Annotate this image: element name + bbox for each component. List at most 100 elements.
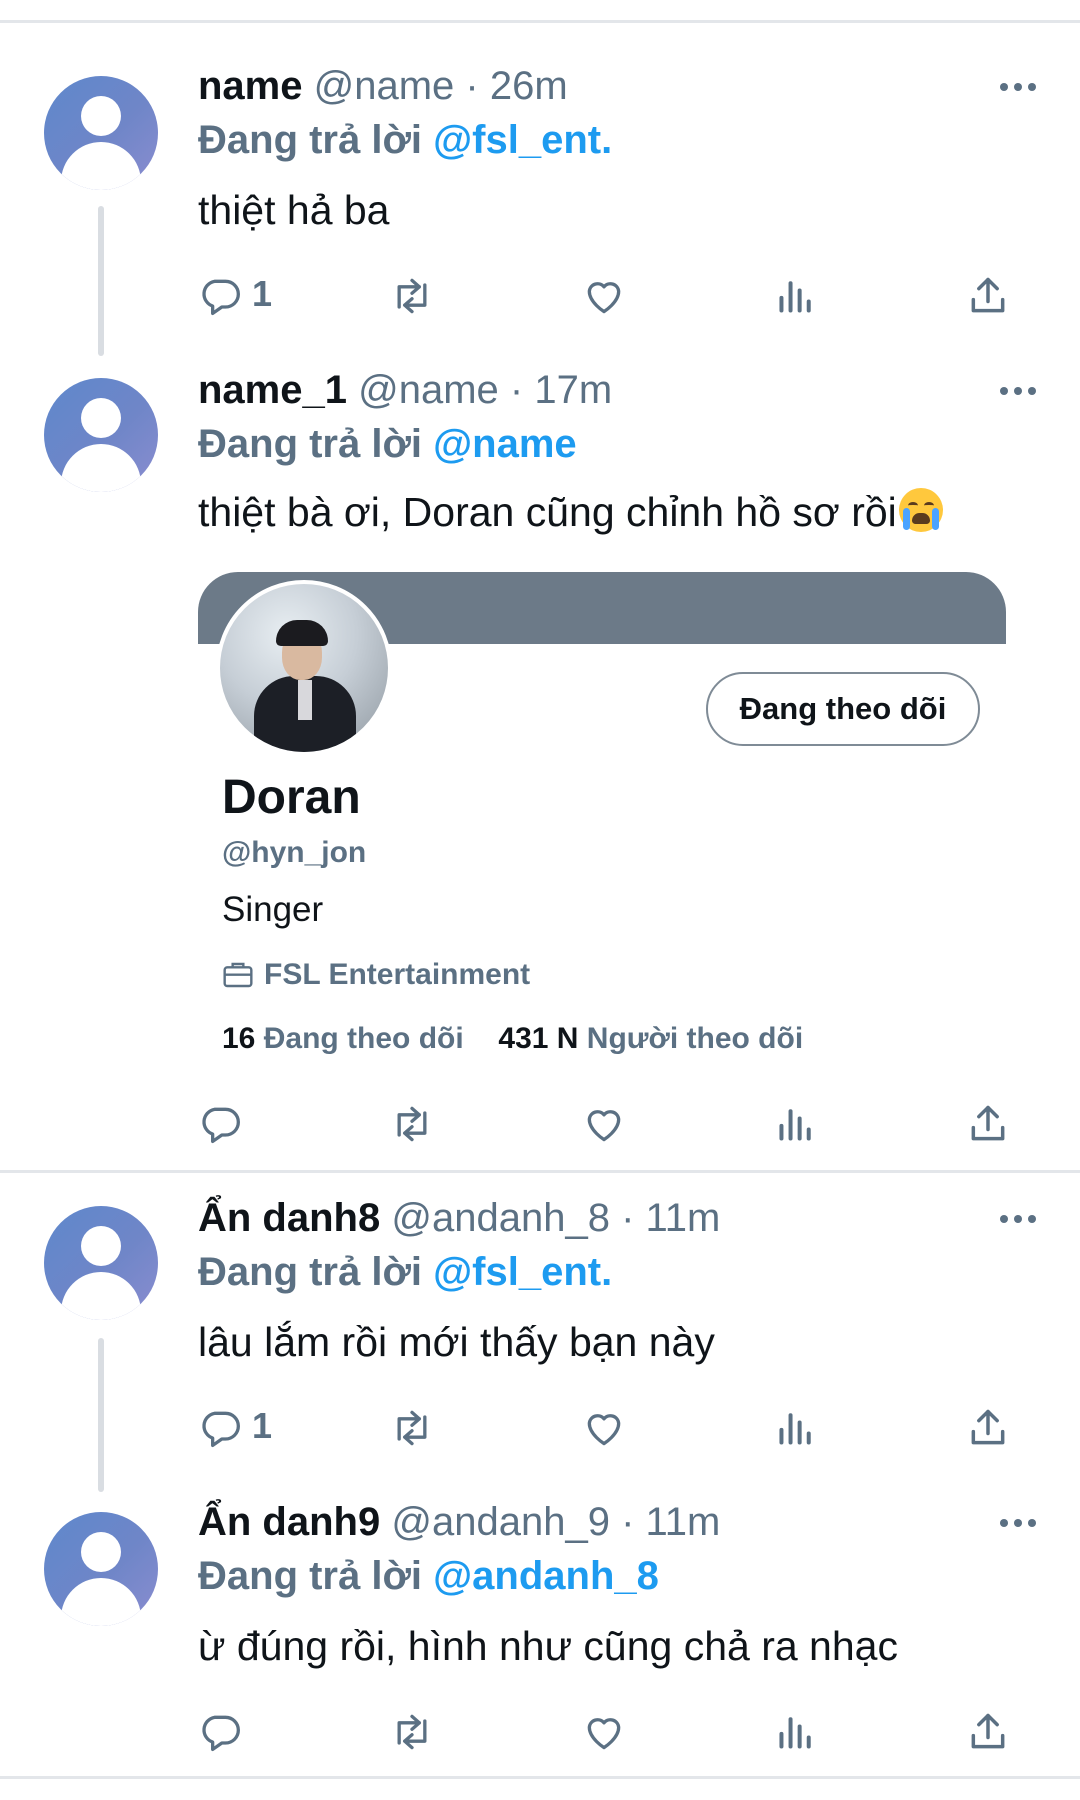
display-name[interactable]: Ẩn danh9 <box>198 1500 380 1544</box>
views-icon <box>779 1413 811 1445</box>
following-label[interactable]: Đang theo dõi <box>264 1022 464 1055</box>
top-divider <box>0 20 1080 23</box>
tweet-header: name_1 @name · 17m <box>198 366 612 414</box>
display-name[interactable]: name_1 <box>198 368 347 412</box>
bottom-divider <box>0 1776 1080 1779</box>
timestamp[interactable]: 11m <box>646 1196 721 1240</box>
separator: · <box>621 1500 635 1544</box>
like-icon <box>587 1718 621 1750</box>
display-name[interactable]: name <box>198 64 303 108</box>
more-icon[interactable] <box>1000 384 1040 396</box>
retweet-icon <box>397 278 427 314</box>
retweet-icon <box>397 1410 427 1446</box>
timestamp[interactable]: 26m <box>490 64 568 108</box>
more-icon[interactable] <box>1000 1212 1040 1224</box>
following-button[interactable]: Đang theo dõi <box>706 672 980 746</box>
share-button[interactable] <box>966 1704 1016 1756</box>
replying-to-label: Đang trả lời <box>198 1250 423 1294</box>
replying-to: Đang trả lời @andanh_8 <box>198 1552 659 1600</box>
tweet-divider <box>0 1170 1080 1173</box>
avatar[interactable] <box>44 1512 158 1626</box>
mention-link[interactable]: @fsl_ent. <box>433 118 612 162</box>
reply-icon <box>202 1411 240 1448</box>
mention-link[interactable]: @andanh_8 <box>433 1554 659 1598</box>
handle[interactable]: @name <box>358 368 499 412</box>
retweet-icon <box>397 1106 427 1142</box>
profile-handle: @hyn_jon <box>222 836 367 869</box>
separator: · <box>465 64 479 108</box>
tweet-text-row: thiệt bà ơi, Doran cũng chỉnh hồ sơ rồi <box>198 486 943 538</box>
profile-card[interactable]: Đang theo dõi Doran @hyn_jon Singer FSL … <box>198 572 1008 1055</box>
views-button[interactable] <box>776 1400 826 1452</box>
more-icon[interactable] <box>1000 80 1040 92</box>
share-icon <box>971 1713 1005 1749</box>
tweet-text: lâu lắm rồi mới thấy bạn này <box>198 1319 715 1365</box>
reply-count: 1 <box>252 1405 273 1446</box>
share-icon <box>971 1105 1005 1141</box>
handle[interactable]: @andanh_8 <box>391 1196 610 1240</box>
profile-avatar[interactable] <box>216 580 392 756</box>
profile-name: Doran <box>222 771 361 824</box>
share-button[interactable] <box>966 268 1016 320</box>
replying-to-label: Đang trả lời <box>198 422 423 466</box>
avatar[interactable] <box>44 378 158 492</box>
tweet-text: ừ đúng rồi, hình như cũng chả ra nhạc <box>198 1623 898 1669</box>
mention-link[interactable]: @name <box>433 422 577 466</box>
crying-face-emoji <box>898 488 943 532</box>
views-button[interactable] <box>776 268 826 320</box>
like-button[interactable] <box>582 268 632 320</box>
share-icon <box>971 1409 1005 1445</box>
reply-button[interactable] <box>198 1096 258 1148</box>
share-icon <box>971 277 1005 313</box>
share-button[interactable] <box>966 1096 1016 1148</box>
replying-to: Đang trả lời @fsl_ent. <box>198 1248 612 1296</box>
tweet-actions <box>0 1704 1080 1756</box>
views-button[interactable] <box>776 1096 826 1148</box>
retweet-button[interactable] <box>388 268 438 320</box>
profile-stats: 16 Đang theo dõi 431 N Người theo dõi <box>222 1020 803 1058</box>
reply-icon <box>202 279 240 316</box>
handle[interactable]: @andanh_9 <box>391 1500 610 1544</box>
followers-count[interactable]: 431 N <box>498 1022 578 1055</box>
briefcase-icon <box>223 962 253 988</box>
mention-link[interactable]: @fsl_ent. <box>433 1250 612 1294</box>
retweet-button[interactable] <box>388 1400 438 1452</box>
separator: · <box>621 1196 635 1240</box>
like-icon <box>587 1414 621 1446</box>
handle[interactable]: @name <box>314 64 455 108</box>
tweet-header: Ẩn danh9 @andanh_9 · 11m <box>198 1498 720 1546</box>
like-button[interactable] <box>582 1400 632 1452</box>
avatar[interactable] <box>44 76 158 190</box>
more-icon[interactable] <box>1000 1516 1040 1528</box>
replying-to: Đang trả lời @fsl_ent. <box>198 116 612 164</box>
retweet-button[interactable] <box>388 1704 438 1756</box>
tweet-text: thiệt hả ba <box>198 187 390 233</box>
followers-label[interactable]: Người theo dõi <box>587 1022 803 1055</box>
tweet-header: name @name · 26m <box>198 62 568 110</box>
display-name[interactable]: Ẩn danh8 <box>198 1196 380 1240</box>
retweet-icon <box>397 1714 427 1750</box>
like-button[interactable] <box>582 1096 632 1148</box>
views-button[interactable] <box>776 1704 826 1756</box>
profile-work-text: FSL Entertainment <box>264 958 531 991</box>
views-icon <box>779 1717 811 1749</box>
profile-work: FSL Entertainment <box>222 956 530 994</box>
replying-to-label: Đang trả lời <box>198 118 423 162</box>
reply-button[interactable]: 1 <box>198 268 318 320</box>
timestamp[interactable]: 17m <box>534 368 612 412</box>
replying-to-label: Đang trả lời <box>198 1554 423 1598</box>
retweet-button[interactable] <box>388 1096 438 1148</box>
reply-button[interactable] <box>198 1704 258 1756</box>
reply-count: 1 <box>252 273 273 314</box>
following-count[interactable]: 16 <box>222 1022 255 1055</box>
share-button[interactable] <box>966 1400 1016 1452</box>
tweet-actions <box>0 1096 1080 1148</box>
timestamp[interactable]: 11m <box>646 1500 721 1544</box>
avatar[interactable] <box>44 1206 158 1320</box>
profile-bio: Singer <box>222 890 324 929</box>
replying-to: Đang trả lời @name <box>198 420 577 468</box>
reply-button[interactable]: 1 <box>198 1400 318 1452</box>
like-button[interactable] <box>582 1704 632 1756</box>
reply-icon <box>202 1715 240 1752</box>
reply-icon <box>202 1107 240 1144</box>
